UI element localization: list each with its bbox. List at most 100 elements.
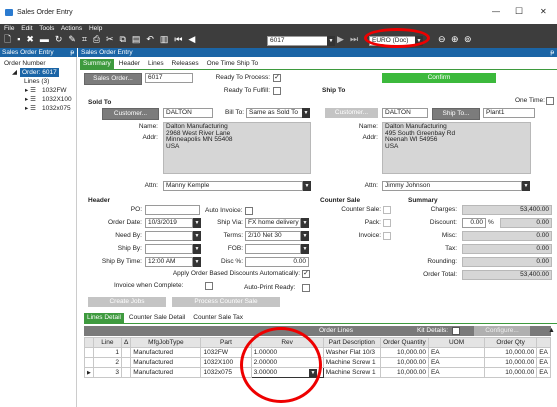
auto-invoice-checkbox[interactable] (245, 207, 253, 215)
order-date-picker[interactable]: ▼ (193, 218, 201, 228)
menu-actions[interactable]: Actions (61, 25, 82, 32)
ship-via-select[interactable]: FX home delivery (245, 218, 301, 228)
row-selector-active[interactable]: ▶ (84, 367, 94, 378)
menu-file[interactable]: File (4, 25, 14, 32)
ship-to-customer-button[interactable]: Customer... (325, 108, 378, 118)
attach-icon[interactable]: ⌗ (82, 34, 87, 45)
tree-line-item[interactable]: 1032FW (42, 86, 67, 95)
tab-header[interactable]: Header (116, 59, 143, 69)
tree-expand-icon[interactable]: ◢ (12, 68, 17, 77)
scroll-up-icon[interactable]: ▲ (548, 327, 555, 334)
cell-line[interactable]: 2 (92, 357, 122, 368)
sort-delta-icon[interactable]: Δ (120, 337, 132, 348)
maximize-button[interactable]: ☐ (515, 6, 523, 17)
terms-dropdown[interactable]: ▼ (301, 231, 309, 241)
column-header-mfgjobtype[interactable]: MfgJobType (130, 337, 202, 348)
delete-icon[interactable]: ✖ (26, 34, 34, 45)
need-by-input[interactable] (145, 231, 193, 241)
cell-mfgjobtype[interactable]: Manufactured (130, 347, 202, 358)
ship-by-time-input[interactable]: 12:00 AM (145, 257, 193, 267)
bill-to-dropdown[interactable]: ▼ (302, 108, 310, 118)
cell-order-uom[interactable]: EA (536, 357, 551, 368)
auto-print-ready-checkbox[interactable] (302, 284, 310, 292)
close-button[interactable]: ✕ (540, 7, 547, 16)
ship-to-input[interactable]: Plant1 (483, 108, 535, 118)
fob-select[interactable] (245, 244, 301, 254)
cell-order-qty[interactable]: 10,000.00 (484, 347, 538, 358)
refresh-icon[interactable]: ↻ (55, 34, 63, 45)
ship-to-attn-select[interactable]: Jimmy Johnson (382, 181, 522, 191)
tab-counter-sale-detail[interactable]: Counter Sale Detail (126, 313, 188, 323)
row-selector[interactable] (84, 347, 94, 358)
next-record-icon[interactable]: ▶ (337, 34, 344, 45)
ship-to-button[interactable]: Ship To... (432, 108, 480, 120)
home-icon[interactable]: ⊚ (464, 34, 472, 45)
ready-to-process-checkbox[interactable]: ✓ (273, 74, 281, 82)
sold-to-customer-button[interactable]: Customer... (102, 108, 159, 120)
first-record-icon[interactable]: ⏮ (174, 34, 182, 45)
ship-to-attn-dropdown[interactable]: ▼ (522, 181, 530, 191)
cell-order-quantity[interactable]: 10,000.00 (379, 367, 429, 378)
terms-select[interactable]: 2/10 Net 30 (245, 231, 301, 241)
cell-order-uom[interactable]: EA (536, 367, 551, 378)
folder-icon[interactable]: ▬ (40, 34, 49, 45)
column-header-part-description[interactable]: Part Description (322, 337, 381, 348)
tab-one-time-ship-to[interactable]: One Time Ship To (204, 59, 262, 69)
toolbar-order-input[interactable]: 6017 (267, 36, 333, 46)
cell-uom[interactable]: EA (427, 357, 486, 368)
confirm-button[interactable]: Confirm (382, 73, 496, 83)
sold-to-attn-select[interactable]: Manny Kemple (163, 181, 303, 191)
paste-icon[interactable]: ▤ (132, 34, 141, 45)
back-icon[interactable]: ⊖ (438, 34, 446, 45)
toolbar-order-dropdown[interactable]: ▼ (327, 36, 335, 46)
disc-input[interactable]: 0.00 (245, 257, 309, 267)
cell-mfgjobtype[interactable]: Manufactured (130, 357, 202, 368)
po-input[interactable] (145, 205, 200, 215)
cell-mfgjobtype[interactable]: Manufactured (130, 367, 202, 378)
cell-part-description[interactable]: Machine Screw 1 (322, 367, 381, 378)
cell-order-quantity[interactable]: 10,000.00 (379, 347, 429, 358)
cell-order-qty[interactable]: 10,000.00 (484, 367, 538, 378)
configure-button[interactable]: Configure... (474, 326, 530, 336)
column-header-order-quantity[interactable]: Order Quantity (379, 337, 429, 348)
tab-lines[interactable]: Lines (145, 59, 167, 69)
invoice-checkbox[interactable] (383, 232, 391, 240)
menu-edit[interactable]: Edit (21, 25, 32, 32)
last-record-icon[interactable]: ⏭ (350, 34, 358, 45)
create-jobs-button[interactable]: Create Jobs (88, 297, 166, 307)
order-date-input[interactable]: 10/3/2019 (145, 218, 193, 228)
sold-to-customer-input[interactable]: DALTON (163, 108, 213, 118)
tab-releases[interactable]: Releases (169, 59, 202, 69)
cell-uom[interactable]: EA (427, 347, 486, 358)
column-header-order-qty[interactable]: Order Qty (484, 337, 538, 348)
menu-tools[interactable]: Tools (39, 25, 54, 32)
cell-order-qty[interactable]: 10,000.00 (484, 357, 538, 368)
kit-details-checkbox[interactable] (452, 327, 460, 335)
column-header-part[interactable]: Part (200, 337, 252, 348)
ship-by-picker[interactable]: ▼ (193, 244, 201, 254)
ship-by-input[interactable] (145, 244, 193, 254)
minimize-button[interactable]: — (492, 7, 500, 16)
sales-order-input[interactable]: 6017 (145, 73, 193, 83)
ship-by-time-picker[interactable]: ▼ (193, 257, 201, 267)
new-icon[interactable]: 🗋 (4, 34, 11, 45)
cell-line[interactable]: 3 (92, 367, 122, 378)
invoice-when-complete-checkbox[interactable] (205, 282, 213, 290)
counter-sale-checkbox[interactable] (383, 206, 391, 214)
cut-icon[interactable]: ✂ (106, 34, 114, 45)
tab-summary[interactable]: Summary (80, 59, 114, 69)
print-icon[interactable]: ⎙ (93, 34, 100, 45)
sales-order-button[interactable]: Sales Order... (84, 73, 142, 85)
copy-icon[interactable]: ⧉ (120, 34, 126, 45)
bill-to-select[interactable]: Same as Sold To (246, 108, 304, 118)
sold-to-attn-dropdown[interactable]: ▼ (303, 181, 311, 191)
ship-to-customer-input[interactable]: DALTON (382, 108, 428, 118)
cell-order-quantity[interactable]: 10,000.00 (379, 357, 429, 368)
edit-icon[interactable]: ✎ (68, 34, 76, 45)
tab-counter-sale-tax[interactable]: Counter Sale Tax (190, 313, 246, 323)
pin-icon[interactable]: ᵽ (550, 48, 554, 57)
undo-icon[interactable]: ↶ (146, 34, 154, 45)
cell-line[interactable]: 1 (92, 347, 122, 358)
filter-icon[interactable]: ▥ (160, 34, 169, 45)
apply-discounts-checkbox[interactable]: ✓ (302, 270, 310, 278)
